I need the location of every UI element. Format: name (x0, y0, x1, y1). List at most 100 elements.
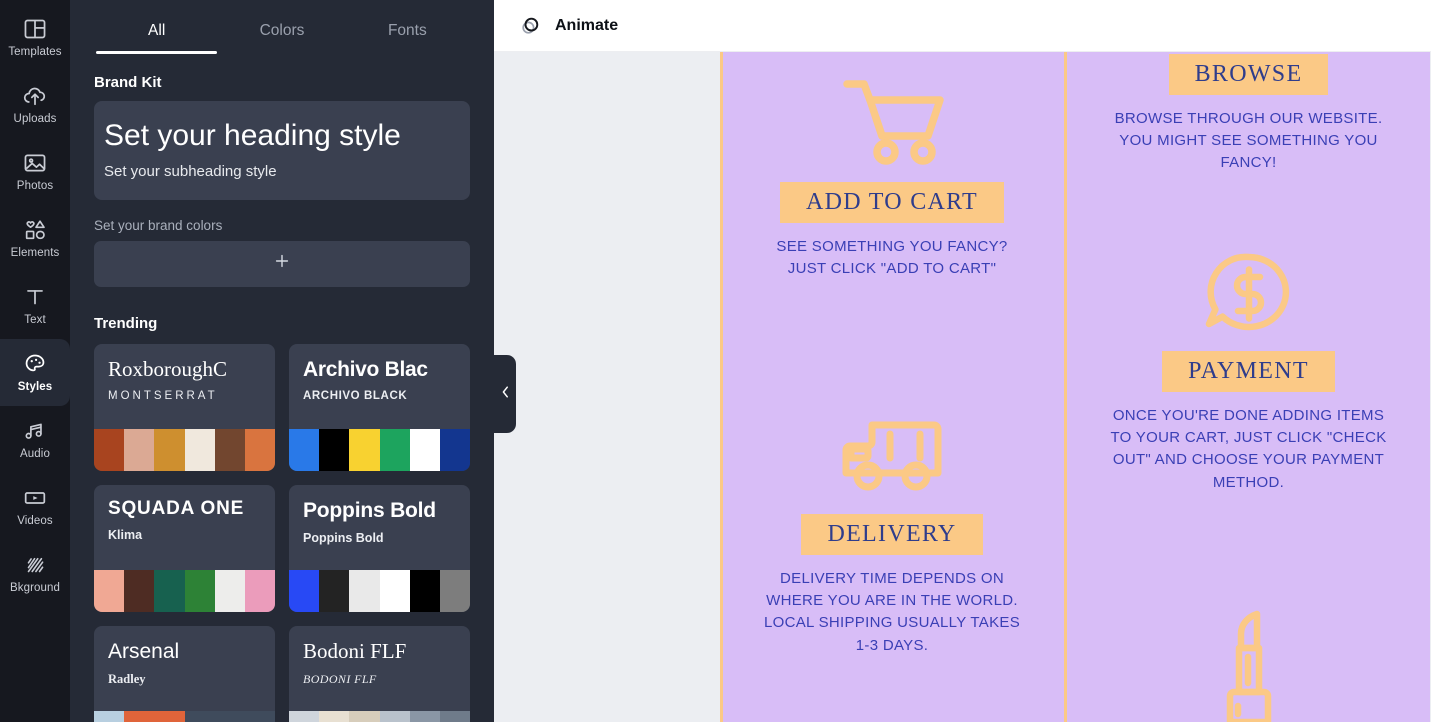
style-card[interactable]: Poppins Bold Poppins Bold (289, 484, 470, 612)
trending-cards-grid: RoxboroughC MONTSERRAT Archivo Blac ARCH… (94, 343, 470, 722)
color-swatch (409, 428, 440, 471)
add-brand-color-button[interactable] (94, 240, 470, 287)
sidebar-label: Videos (17, 515, 53, 528)
style-card[interactable]: Bodoni FLF BODONI FLF (289, 625, 470, 722)
section-title: DELIVERY (801, 514, 983, 555)
sidebar-item-photos[interactable]: Photos (0, 138, 70, 205)
color-swatch (124, 710, 155, 722)
color-swatch (349, 710, 380, 722)
section-body: ONCE YOU'RE DONE ADDING ITEMS TO YOUR CA… (1110, 407, 1387, 491)
color-swatch (124, 569, 155, 612)
color-swatch (409, 710, 440, 722)
section-lipstick-decoration[interactable] (1067, 610, 1430, 722)
sidebar-item-videos[interactable]: Videos (0, 473, 70, 540)
section-title: ADD TO CART (780, 182, 1004, 223)
sidebar-label: Audio (20, 448, 50, 461)
style-card-heading: RoxboroughC (108, 356, 228, 381)
color-swatch (184, 710, 215, 722)
sidebar-item-audio[interactable]: Audio (0, 406, 70, 473)
color-swatch (214, 428, 245, 471)
shopping-cart-icon (720, 74, 1064, 166)
color-swatch (289, 569, 320, 612)
brand-colors-label: Set your brand colors (94, 217, 223, 233)
left-icon-rail: Templates Uploads Photos Elements Text S… (0, 0, 70, 722)
color-swatch (184, 569, 215, 612)
style-card-text: Poppins Bold Poppins Bold (289, 485, 470, 570)
sidebar-item-templates[interactable]: Templates (0, 4, 70, 71)
color-swatch (439, 710, 470, 722)
editor-toolbar: Animate (494, 0, 1431, 52)
sidebar-item-elements[interactable]: Elements (0, 205, 70, 272)
color-swatch (319, 569, 350, 612)
style-card-subheading: Poppins Bold (303, 530, 384, 545)
style-card[interactable]: Arsenal Radley (94, 625, 275, 722)
delivery-truck-icon (720, 416, 1064, 496)
tab-colors[interactable]: Colors (219, 0, 344, 62)
sidebar-label: Uploads (13, 113, 57, 126)
section-title: BROWSE (1168, 54, 1329, 95)
color-swatch (154, 428, 185, 471)
section-payment[interactable]: PAYMENT ONCE YOU'RE DONE ADDING ITEMS TO… (1067, 250, 1430, 494)
section-browse[interactable]: BROWSE BROWSE THROUGH OUR WEBSITE. YOU M… (1067, 54, 1430, 175)
style-card[interactable]: RoxboroughC MONTSERRAT (94, 343, 275, 471)
style-card-swatches (289, 710, 470, 722)
style-card-text: Bodoni FLF BODONI FLF (289, 626, 470, 711)
photos-icon (22, 150, 48, 176)
style-card-swatches (94, 710, 275, 722)
sidebar-label: Styles (17, 381, 53, 394)
canvas-column-right: BROWSE BROWSE THROUGH OUR WEBSITE. YOU M… (1067, 52, 1430, 722)
style-card-text: SQUADA ONE Klima (94, 485, 275, 570)
brand-kit-card[interactable]: Set your heading style Set your subheadi… (94, 101, 470, 200)
color-swatch (409, 569, 440, 612)
style-card[interactable]: Archivo Blac ARCHIVO BLACK (289, 343, 470, 471)
editor-area: Animate ADD TO CART SEE SOMETHING YOU FA… (494, 0, 1431, 722)
sidebar-item-text[interactable]: Text (0, 272, 70, 339)
color-swatch (244, 710, 275, 722)
style-card[interactable]: SQUADA ONE Klima (94, 484, 275, 612)
elements-icon (22, 217, 48, 243)
design-canvas[interactable]: ADD TO CART SEE SOMETHING YOU FANCY? JUS… (720, 52, 1430, 722)
text-icon (22, 284, 48, 310)
style-card-swatches (94, 428, 275, 471)
brand-kit-title: Brand Kit (94, 74, 162, 91)
subheading-style-sample: Set your subheading style (104, 162, 277, 180)
section-title: PAYMENT (1162, 351, 1335, 392)
sidebar-item-uploads[interactable]: Uploads (0, 71, 70, 138)
section-delivery[interactable]: DELIVERY DELIVERY TIME DEPENDS ON WHERE … (720, 416, 1064, 657)
color-swatch (244, 569, 275, 612)
style-card-subheading: Radley (108, 671, 146, 686)
color-swatch (439, 428, 470, 471)
sidebar-label: Templates (8, 46, 62, 59)
color-swatch (289, 428, 320, 471)
animate-button[interactable]: Animate (512, 9, 624, 43)
trending-title: Trending (94, 314, 158, 332)
style-card-subheading: MONTSERRAT (108, 389, 218, 402)
style-card-heading: Arsenal (108, 639, 180, 663)
style-card-swatches (94, 569, 275, 612)
style-card-heading: Bodoni FLF (303, 638, 407, 663)
tab-fonts[interactable]: Fonts (345, 0, 470, 62)
color-swatch (184, 428, 215, 471)
videos-icon (22, 485, 48, 511)
color-swatch (244, 428, 275, 471)
style-card-swatches (289, 428, 470, 471)
styles-panel: All Colors Fonts Brand Kit Set your head… (70, 0, 494, 722)
style-card-heading: Poppins Bold (303, 498, 436, 522)
section-body: DELIVERY TIME DEPENDS ON WHERE YOU ARE I… (764, 570, 1020, 654)
sidebar-label: Photos (16, 180, 54, 193)
canvas-workspace[interactable]: ADD TO CART SEE SOMETHING YOU FANCY? JUS… (494, 52, 1431, 722)
style-card-text: Arsenal Radley (94, 626, 275, 711)
color-swatch (349, 569, 380, 612)
plus-icon (272, 251, 292, 276)
section-add-to-cart[interactable]: ADD TO CART SEE SOMETHING YOU FANCY? JUS… (720, 74, 1064, 280)
sidebar-label: Bkground (9, 582, 61, 595)
panel-collapse-handle[interactable] (494, 355, 516, 433)
animate-circles-icon (518, 14, 542, 38)
tab-all[interactable]: All (94, 0, 219, 62)
sidebar-item-styles[interactable]: Styles (0, 339, 70, 406)
color-swatch (319, 710, 350, 722)
color-swatch (319, 428, 350, 471)
color-swatch (379, 428, 410, 471)
color-swatch (154, 710, 185, 722)
sidebar-item-bkground[interactable]: Bkground (0, 540, 70, 607)
